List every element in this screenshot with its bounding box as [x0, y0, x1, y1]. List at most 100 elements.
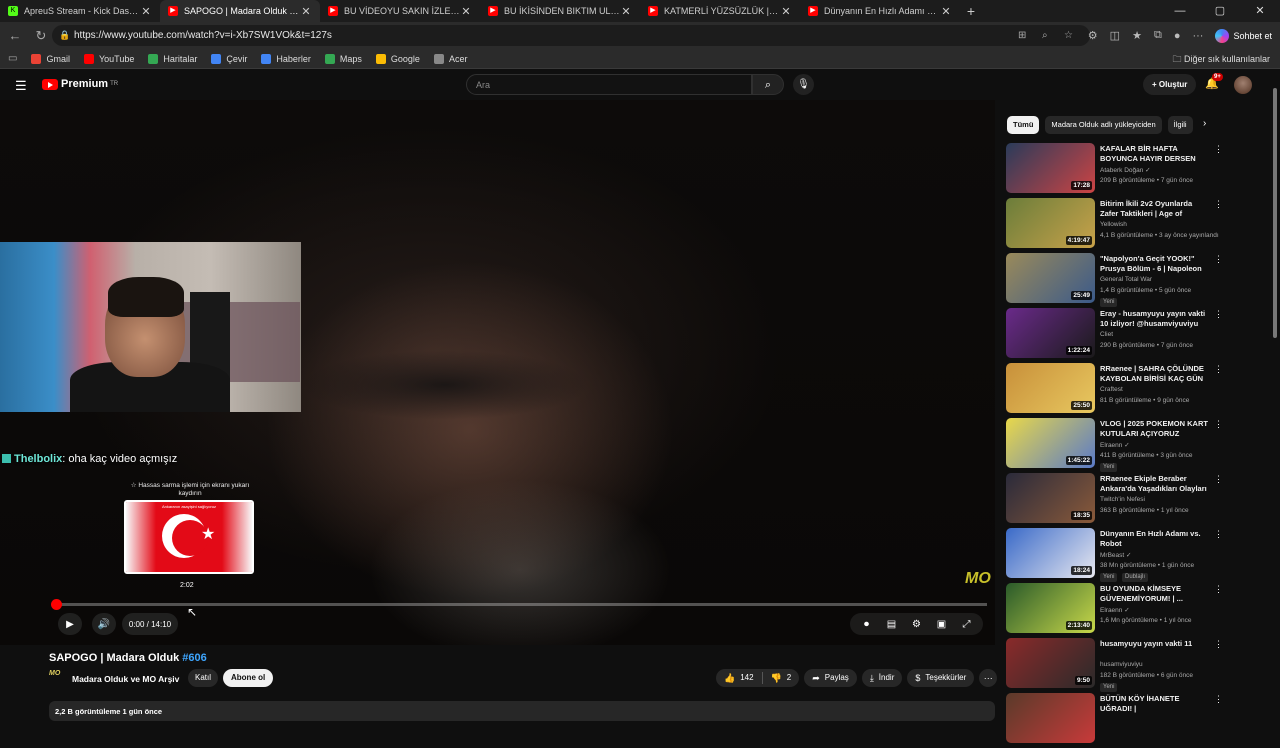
related-channel-name[interactable]: General Total War [1100, 276, 1152, 283]
video-options-icon[interactable]: ⋮ [1214, 364, 1223, 375]
related-channel-name[interactable]: Ataberk Doğan ✓ [1100, 166, 1151, 174]
related-video-item[interactable]: 9:50 husamyuyu yayın vakti 11 husamviyuviy… [1006, 638, 1226, 693]
related-video-title[interactable]: KAFALAR BİR HAFTA BOYUNCA HAYIR DERSEN Ö… [1100, 144, 1208, 164]
like-button[interactable]: 👍 142 [716, 669, 762, 687]
search-input[interactable]: Ara [466, 74, 752, 95]
account-avatar[interactable] [1234, 76, 1252, 94]
filter-chip[interactable]: Tümü [1007, 116, 1040, 134]
scrollbar-thumb[interactable] [1273, 88, 1277, 338]
extensions-icon[interactable]: ⚙ [1088, 29, 1098, 42]
browser-tab[interactable]: ▶ SAPOGO | Madara Olduk #606 - Y✕ [160, 0, 320, 22]
related-channel-name[interactable]: husamviyuviyu [1100, 661, 1143, 668]
download-button[interactable]: ⤓ İndir [861, 669, 903, 687]
reload-icon[interactable]: ↻ [30, 28, 52, 44]
video-options-icon[interactable]: ⋮ [1214, 584, 1223, 595]
dislike-button[interactable]: 👎 2 [763, 669, 800, 687]
browser-tab[interactable]: K ApreuS Stream - Kick Dashboard✕ [0, 0, 160, 22]
copilot-chat-button[interactable]: Sohbet et [1215, 28, 1272, 43]
bookmark-item[interactable]: Maps [324, 53, 362, 64]
related-video-item[interactable]: 1:22:24 Eray - husamyuyu yayın vakti 10 i… [1006, 308, 1226, 363]
scrollbar[interactable] [1270, 70, 1280, 720]
bookmark-item[interactable]: YouTube [83, 53, 134, 64]
tab-close-icon[interactable]: ✕ [780, 5, 792, 18]
video-options-icon[interactable]: ⋮ [1214, 639, 1223, 650]
related-video-item[interactable]: 1:45:22 VLOG | 2025 POKEMON KART KUTULARI… [1006, 418, 1226, 473]
join-button[interactable]: Katıl [188, 669, 219, 687]
subtitles-icon[interactable]: ▤ [879, 619, 904, 630]
video-thumbnail[interactable] [1006, 693, 1095, 743]
filter-chip[interactable]: Madara Olduk adlı yükleyiciden [1045, 116, 1162, 134]
related-video-title[interactable]: BU OYUNDA KİMSEYE GÜVENEMİYORUM! | ... [1100, 584, 1208, 604]
related-video-title[interactable]: RRaenee Ekiple Beraber Ankara'da Yaşadık… [1100, 474, 1208, 494]
zoom-icon[interactable]: ⌕ [1042, 25, 1048, 46]
create-button[interactable]: + Oluştur [1143, 74, 1197, 95]
profile-icon[interactable]: ● [1174, 30, 1181, 42]
related-channel-name[interactable]: Yellowish [1100, 221, 1127, 228]
related-video-item[interactable]: BÜTÜN KÖY İHANETE UĞRADI! | ⋮ [1006, 693, 1226, 748]
related-video-title[interactable]: VLOG | 2025 POKEMON KART KUTULARI AÇIYOR… [1100, 419, 1208, 439]
browser-tab[interactable]: ▶ BU İKİSİNDEN BIKTIM ULAN (eren✕ [480, 0, 640, 22]
url-field[interactable]: 🔒 https://www.youtube.com/watch?v=i-Xb7S… [52, 25, 1090, 46]
related-channel-name[interactable]: Elraenn ✓ [1100, 606, 1130, 614]
minimize-icon[interactable]: — [1160, 0, 1200, 22]
browser-tab[interactable]: ▶ Dünyanın En Hızlı Adamı vs. Robo✕ [800, 0, 960, 22]
thanks-button[interactable]: $ Teşekkürler [907, 669, 975, 687]
hamburger-menu-icon[interactable]: ☰ [15, 78, 27, 94]
close-window-icon[interactable]: ✕ [1240, 0, 1280, 22]
settings-icon[interactable]: ⚙ [904, 619, 929, 630]
related-channel-name[interactable]: Twitch'in Nefesi [1100, 496, 1145, 503]
chevron-right-icon[interactable]: › [1203, 118, 1206, 129]
back-icon[interactable]: ← [4, 28, 26, 43]
tab-close-icon[interactable]: ✕ [940, 5, 952, 18]
related-video-title[interactable]: "Napolyon'a Geçit YOOK!" Prusya Bölüm - … [1100, 254, 1208, 274]
split-icon[interactable]: ◫ [1110, 29, 1120, 42]
progress-scrubber[interactable] [51, 599, 62, 610]
video-options-icon[interactable]: ⋮ [1214, 254, 1223, 265]
tab-close-icon[interactable]: ✕ [460, 5, 472, 18]
notifications-button[interactable]: 🔔 9+ [1205, 73, 1223, 90]
voice-search-button[interactable]: 🎙 [793, 74, 814, 95]
related-video-title[interactable]: Eray - husamyuyu yayın vakti 10 izliyor!… [1100, 309, 1208, 329]
video-thumbnail[interactable]: 9:50 [1006, 638, 1095, 688]
related-video-item[interactable]: 25:49 "Napolyon'a Geçit YOOK!" Prusya Böl… [1006, 253, 1226, 308]
video-thumbnail[interactable]: 18:35 [1006, 473, 1095, 523]
more-actions-button[interactable]: ··· [979, 669, 998, 687]
related-video-title[interactable]: RRaenee | SAHRA ÇÖLÜNDE KAYBOLAN BİRİSİ … [1100, 364, 1208, 384]
video-thumbnail[interactable]: 18:24 [1006, 528, 1095, 578]
related-video-item[interactable]: 4:19:47 Bitirim İkili 2v2 Oyunlarda Zafer… [1006, 198, 1226, 253]
fullscreen-icon[interactable]: ⤢ [954, 619, 979, 630]
play-button[interactable]: ▶ [58, 613, 82, 635]
video-thumbnail[interactable]: 25:49 [1006, 253, 1095, 303]
video-options-icon[interactable]: ⋮ [1214, 529, 1223, 540]
channel-avatar[interactable]: MO [49, 670, 65, 686]
browser-tab[interactable]: ▶ KATMERLİ YÜZSÜZLÜK | SSriders✕ [640, 0, 800, 22]
video-thumbnail[interactable]: 1:22:24 [1006, 308, 1095, 358]
video-thumbnail[interactable]: 25:50 [1006, 363, 1095, 413]
miniplayer-icon[interactable]: ▣ [929, 619, 954, 630]
favorite-star-icon[interactable]: ☆ [1064, 25, 1073, 46]
bookmark-item[interactable]: Gmail [31, 53, 70, 64]
related-video-item[interactable]: 18:24 Dünyanın En Hızlı Adamı vs. Robot Mr… [1006, 528, 1226, 583]
app-icon[interactable]: ⊞ [1018, 25, 1026, 46]
video-title-hashtag[interactable]: #606 [182, 652, 206, 664]
favorites-icon[interactable]: ★ [1132, 29, 1142, 42]
related-channel-name[interactable]: Elraenn ✓ [1100, 441, 1130, 449]
autoplay-toggle-icon[interactable]: ⏺ [854, 619, 879, 630]
browser-tab[interactable]: ▶ BU VİDEOYU SAKIN İZLEMEYİN (Ü✕ [320, 0, 480, 22]
tab-close-icon[interactable]: ✕ [300, 5, 312, 18]
youtube-logo[interactable]: Premium TR [42, 78, 118, 90]
related-video-item[interactable]: 25:50 RRaenee | SAHRA ÇÖLÜNDE KAYBOLAN Bİ… [1006, 363, 1226, 418]
related-channel-name[interactable]: MrBeast ✓ [1100, 551, 1131, 559]
bookmark-item[interactable]: Haberler [261, 53, 311, 64]
related-video-title[interactable]: Bitirim İkili 2v2 Oyunlarda Zafer Taktik… [1100, 199, 1208, 219]
video-thumbnail[interactable]: 1:45:22 [1006, 418, 1095, 468]
related-channel-name[interactable]: Cliet [1100, 331, 1113, 338]
video-options-icon[interactable]: ⋮ [1214, 309, 1223, 320]
tab-close-icon[interactable]: ✕ [620, 5, 632, 18]
description-box[interactable]: 2,2 B görüntüleme 1 gün önce [49, 701, 995, 721]
related-video-title[interactable]: Dünyanın En Hızlı Adamı vs. Robot [1100, 529, 1208, 549]
volume-button[interactable]: 🔊 [92, 613, 116, 635]
other-bookmarks[interactable]: 🗀 Diğer sık kullanılanlar [1172, 49, 1270, 69]
video-options-icon[interactable]: ⋮ [1214, 474, 1223, 485]
tab-close-icon[interactable]: ✕ [140, 5, 152, 18]
